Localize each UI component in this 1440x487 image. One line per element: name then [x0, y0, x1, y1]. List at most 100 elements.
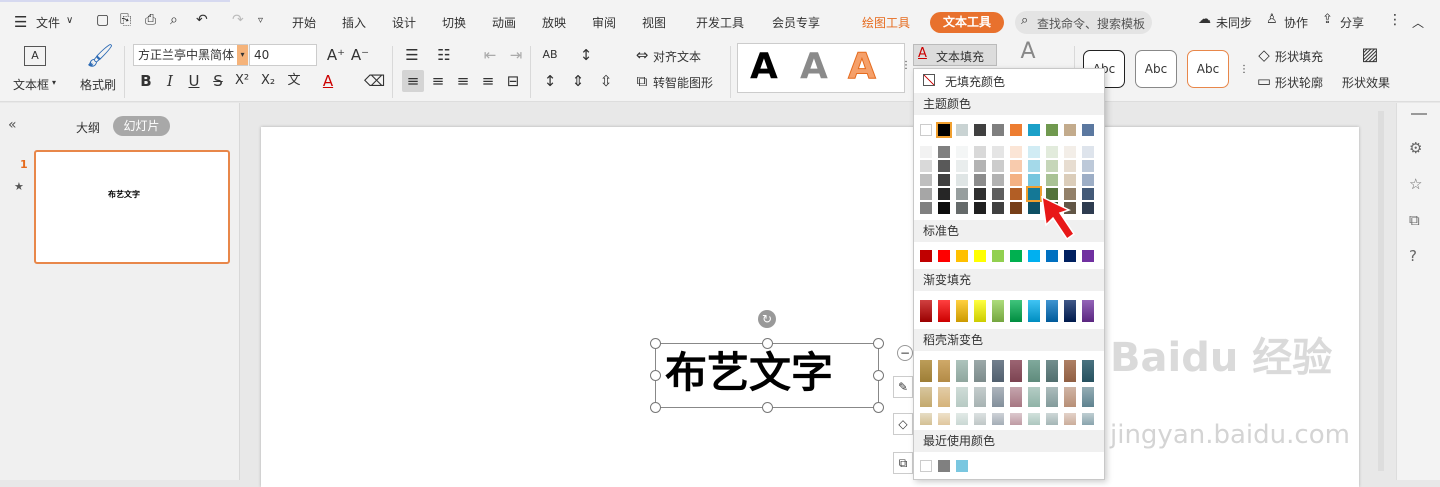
theme-shade-swatch[interactable] [974, 146, 986, 158]
line-spacing-icon[interactable]: ↕ [540, 71, 560, 91]
distribute-icon[interactable]: ⊟ [503, 71, 523, 91]
theme-shade-swatch[interactable] [1046, 174, 1058, 186]
theme-shade-swatch[interactable] [1064, 160, 1076, 172]
undo-icon[interactable]: ↶ [196, 12, 208, 28]
standard-color-swatch[interactable] [992, 250, 1004, 262]
theme-shade-swatch[interactable] [956, 188, 968, 200]
slide-title-text[interactable]: 布艺文字 [665, 343, 833, 403]
gradient-fill-swatch[interactable] [1064, 300, 1076, 322]
gallery-scroll-icon[interactable]: ⋮ [1234, 60, 1254, 80]
justify-icon[interactable]: ≡ [478, 71, 498, 91]
save-icon[interactable]: ▢ [96, 12, 109, 28]
theme-color-swatch[interactable] [1064, 124, 1076, 136]
theme-shade-swatch[interactable] [974, 174, 986, 186]
theme-shade-swatch[interactable] [992, 160, 1004, 172]
theme-shade-swatch[interactable] [1028, 174, 1040, 186]
theme-shade-swatch[interactable] [974, 202, 986, 214]
shell-gradient-swatch[interactable] [1046, 387, 1058, 407]
standard-color-swatch[interactable] [1028, 250, 1040, 262]
search-input[interactable]: ⌕ 查找命令、搜索模板 [1015, 11, 1152, 34]
shell-gradient-swatch[interactable] [1082, 360, 1094, 382]
tab-animation[interactable]: 动画 [492, 14, 516, 31]
text-orientation-icon[interactable]: ↕ [576, 45, 596, 65]
unsynced-button[interactable]: 未同步 [1216, 14, 1252, 31]
shell-gradient-swatch[interactable] [1010, 360, 1022, 382]
shell-gradient-swatch[interactable] [938, 360, 950, 382]
theme-shade-swatch[interactable] [956, 202, 968, 214]
font-color-icon[interactable]: A [318, 71, 338, 91]
slide-thumbnail[interactable]: 布艺文字 [34, 150, 230, 264]
shell-gradient-swatch[interactable] [992, 387, 1004, 407]
theme-color-swatch[interactable] [1082, 124, 1094, 136]
tab-start[interactable]: 开始 [292, 14, 316, 31]
shell-gradient-swatch[interactable] [974, 360, 986, 382]
hamburger-icon[interactable]: ☰ [14, 13, 27, 31]
theme-shade-swatch[interactable] [992, 146, 1004, 158]
shell-gradient-swatch[interactable] [992, 413, 1004, 425]
gradient-fill-swatch[interactable] [992, 300, 1004, 322]
tab-transition[interactable]: 切换 [442, 14, 466, 31]
theme-shade-swatch[interactable] [920, 160, 932, 172]
standard-color-swatch[interactable] [974, 250, 986, 262]
tab-outline[interactable]: 大纲 [76, 119, 100, 136]
gradient-fill-swatch[interactable] [1028, 300, 1040, 322]
theme-shade-swatch[interactable] [974, 188, 986, 200]
collapse-panel-icon[interactable]: « [8, 117, 17, 133]
settings-sliders-icon[interactable]: ⚙ [1409, 139, 1422, 157]
theme-shade-swatch[interactable] [920, 146, 932, 158]
tab-developer[interactable]: 开发工具 [696, 14, 744, 31]
theme-color-swatch[interactable] [992, 124, 1004, 136]
chevron-down-icon[interactable]: ∨ [66, 15, 73, 26]
theme-shade-swatch[interactable] [974, 160, 986, 172]
standard-color-swatch[interactable] [956, 250, 968, 262]
theme-shade-swatch[interactable] [938, 174, 950, 186]
align-text-button[interactable]: 对齐文本 [653, 48, 701, 65]
resize-handle[interactable] [650, 370, 661, 381]
theme-shade-swatch[interactable] [1010, 188, 1022, 200]
shell-gradient-swatch[interactable] [992, 360, 1004, 382]
shell-gradient-swatch[interactable] [1028, 387, 1040, 407]
more-icon[interactable]: ⋮ [1388, 12, 1402, 28]
resize-handle[interactable] [873, 402, 884, 413]
shell-gradient-swatch[interactable] [1028, 413, 1040, 425]
theme-color-swatch[interactable] [936, 122, 952, 138]
tab-slideshow[interactable]: 放映 [542, 14, 566, 31]
text-direction-icon[interactable]: AB [540, 45, 560, 65]
theme-shade-swatch[interactable] [956, 174, 968, 186]
vertical-scrollbar[interactable] [1378, 111, 1384, 471]
strikethrough-button[interactable]: S [208, 71, 228, 91]
font-name-select[interactable]: 方正兰亭中黑简体 [133, 44, 248, 66]
textbox-button[interactable]: 文本框 [13, 76, 49, 93]
gradient-fill-swatch[interactable] [974, 300, 986, 322]
decrease-font-icon[interactable]: A⁻ [350, 45, 370, 65]
shell-gradient-swatch[interactable] [920, 413, 932, 425]
shell-gradient-swatch[interactable] [1046, 413, 1058, 425]
wordart-style-gray[interactable]: A [800, 47, 828, 87]
theme-shade-swatch[interactable] [956, 160, 968, 172]
theme-shade-swatch[interactable] [938, 202, 950, 214]
collapse-ribbon-icon[interactable]: ︿ [1412, 14, 1424, 31]
tab-text-tools[interactable]: 文本工具 [930, 12, 1004, 33]
theme-color-swatch[interactable] [956, 124, 968, 136]
theme-shade-swatch[interactable] [920, 188, 932, 200]
theme-shade-swatch[interactable] [938, 188, 950, 200]
window-icon[interactable]: ⧉ [1409, 211, 1420, 229]
collab-button[interactable]: 协作 [1284, 14, 1308, 31]
gradient-fill-swatch[interactable] [1010, 300, 1022, 322]
textbox-icon[interactable]: A [24, 46, 46, 66]
star-outline-icon[interactable]: ☆ [1409, 175, 1422, 193]
tab-design[interactable]: 设计 [392, 14, 416, 31]
resize-handle[interactable] [762, 402, 773, 413]
align-text-icon[interactable]: ⇔ [632, 45, 652, 65]
spacing-options-icon[interactable]: ⇳ [596, 71, 616, 91]
theme-shade-swatch[interactable] [1028, 160, 1040, 172]
standard-color-swatch[interactable] [1082, 250, 1094, 262]
bold-button[interactable]: B [136, 71, 156, 91]
shell-gradient-swatch[interactable] [1010, 387, 1022, 407]
shell-gradient-swatch[interactable] [956, 360, 968, 382]
wordart-gallery[interactable]: A A A [737, 43, 905, 93]
shape-style-gray[interactable]: Abc [1135, 50, 1177, 88]
theme-shade-swatch[interactable] [1082, 188, 1094, 200]
shell-gradient-swatch[interactable] [920, 387, 932, 407]
shell-gradient-swatch[interactable] [938, 413, 950, 425]
